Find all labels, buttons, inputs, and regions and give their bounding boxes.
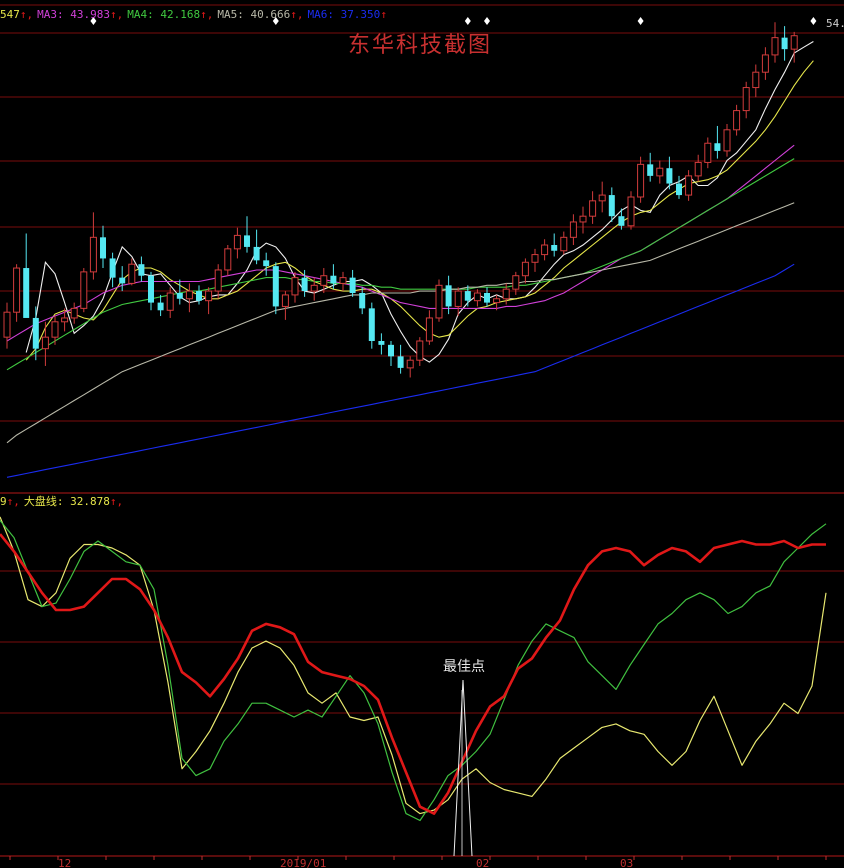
legend-entry: MA3: 43.983 <box>37 8 110 21</box>
candle <box>435 279 443 322</box>
legend-entry: 9 <box>0 495 7 508</box>
x-axis-label: 02 <box>476 857 489 868</box>
watermark-text: 东华科技截图 <box>348 33 492 58</box>
x-axis-label: 2019/01 <box>280 857 326 868</box>
x-axis-label: 12 <box>58 857 71 868</box>
legend-entry: ↑, <box>200 8 213 21</box>
candle <box>272 262 279 315</box>
candle <box>80 268 88 313</box>
legend-entry: MA4: 42.168 <box>127 8 200 21</box>
legend-entry: 547 <box>0 8 20 21</box>
legend-entry: ↑, <box>7 495 20 508</box>
price-legend: 547↑, MA3: 43.983↑, MA4: 42.168↑, MA5: 40.6… <box>0 8 387 21</box>
legend-entry: ↑, <box>20 8 33 21</box>
legend-entry: MA6: 37.350 <box>307 8 380 21</box>
stock-chart: 东华科技截图 547↑, MA3: 43.983↑, MA4: 42.168↑, MA… <box>0 0 844 868</box>
legend-entry: MA5: 40.666 <box>217 8 290 21</box>
last-price-label: 54. <box>826 17 844 30</box>
legend-entry: ↑, <box>110 495 123 508</box>
indicator-legend: 9↑, 大盘线: 32.878↑, <box>0 494 123 508</box>
legend-entry: ↑ <box>380 8 387 21</box>
x-axis-label: 03 <box>620 857 633 868</box>
best-point-annotation: 最佳点 <box>443 659 485 675</box>
legend-entry: ↑, <box>290 8 303 21</box>
legend-entry: 大盘线: 32.878 <box>24 494 110 508</box>
candle <box>627 191 635 230</box>
legend-entry: ↑, <box>110 8 123 21</box>
